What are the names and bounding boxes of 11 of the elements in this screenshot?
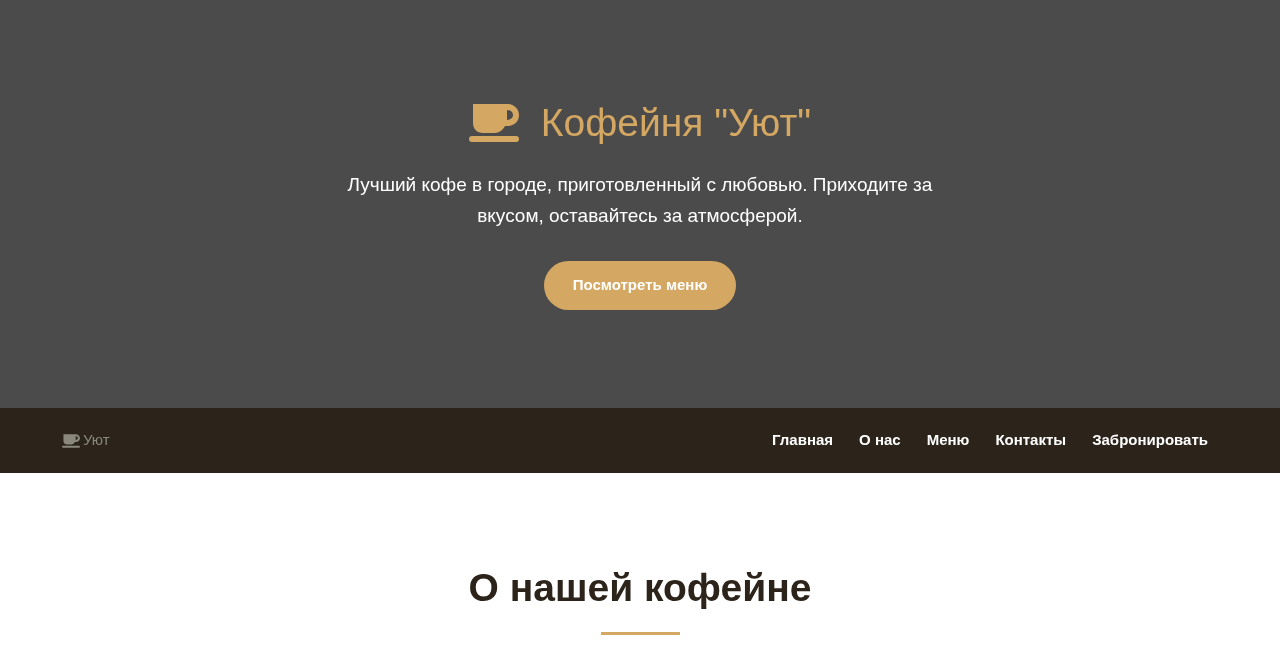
hero-description: Лучший кофе в городе, приготовленный с любовью. Приходите за вкусом, оставайтесь за атмосферой.: [346, 172, 934, 228]
coffee-cup-icon: [62, 433, 80, 448]
nav-link[interactable]: Главная: [772, 429, 834, 452]
hero-title: Кофейня "Уют": [540, 99, 812, 146]
logo-link[interactable]: Уют: [62, 429, 110, 452]
coffee-cup-icon: [468, 103, 519, 142]
nav-link[interactable]: Забронировать: [1092, 429, 1208, 452]
section-heading: О нашей кофейне: [468, 565, 812, 611]
nav-link[interactable]: Контакты: [995, 429, 1067, 452]
nav-link[interactable]: Меню: [926, 429, 970, 452]
nav-link[interactable]: О нас: [859, 429, 901, 452]
